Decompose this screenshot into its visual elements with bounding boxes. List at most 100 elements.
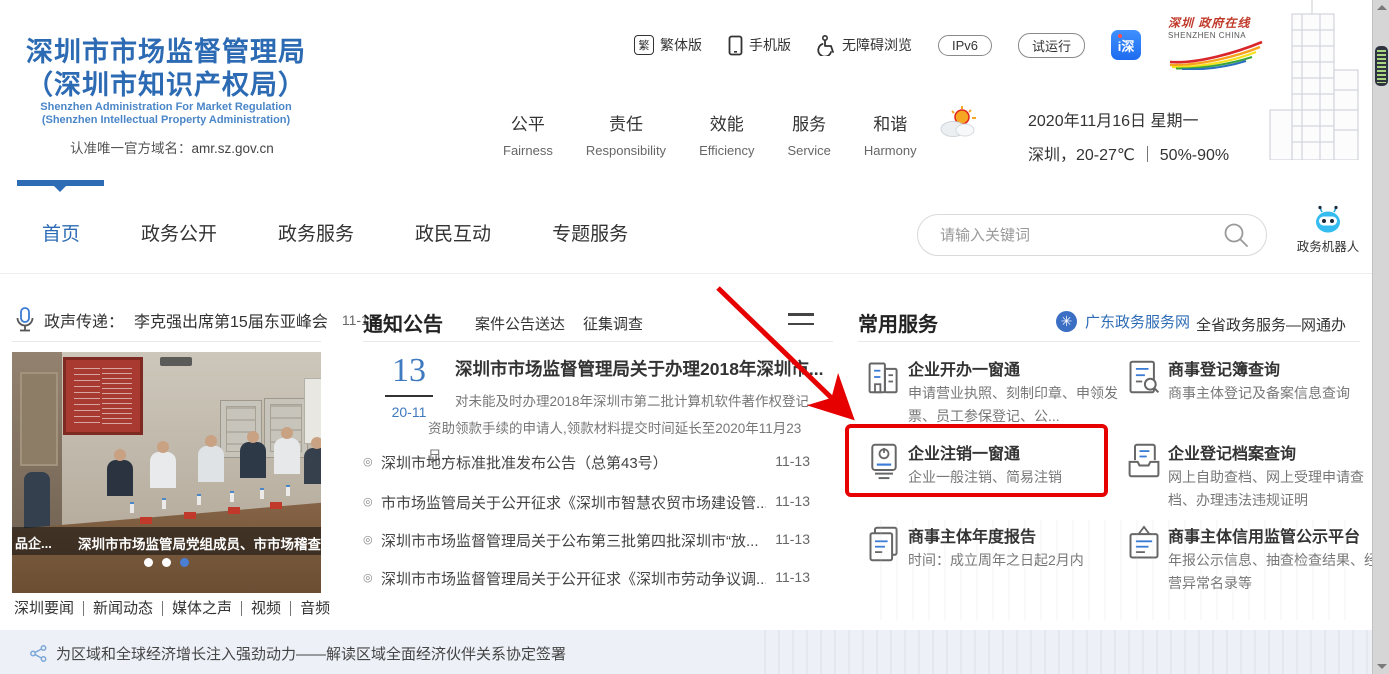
scrollbar-down-arrow[interactable] [1377, 664, 1387, 669]
scrollbar-thumb[interactable] [1375, 46, 1388, 86]
person-silhouette [274, 438, 300, 474]
service-title: 企业注销一窗通 [908, 440, 1020, 464]
carousel-prev-caption[interactable]: 品企... [15, 533, 52, 552]
value-en: Service [787, 143, 830, 158]
share-icon [30, 645, 47, 662]
site-title-cn-line2: （深圳市知识产权局） [16, 63, 316, 102]
page: 深圳市市场监督管理局 （深圳市知识产权局） Shenzhen Administr… [0, 0, 1389, 674]
value-en: Harmony [864, 143, 917, 158]
carousel-dots [12, 558, 321, 567]
left-column-divider [12, 341, 321, 342]
notice-list-item[interactable]: ◎ 深圳市市场监督管理局关于公布第三批第四批深圳市“放... 11-13 [363, 530, 810, 552]
bullet-icon: ◎ [363, 533, 373, 546]
notice-date: 11-13 [775, 493, 810, 509]
link-shenzhen-news[interactable]: 深圳要闻 [14, 601, 84, 616]
carousel-caption[interactable]: 深圳市市场监管局党组成员、市市场稽查局局 [78, 533, 321, 553]
service-title: 企业开办一窗通 [908, 356, 1020, 380]
notice-list-item[interactable]: ◎ 深圳市市场监督管理局关于公开征求《深圳市劳动争议调... 11-13 [363, 568, 810, 590]
accessibility-link[interactable]: 无障碍浏览 [817, 35, 912, 56]
projector-screen [304, 378, 321, 444]
ticker-label: 政声传递： [44, 308, 124, 332]
photo-carousel[interactable]: 品企... 深圳市市场监管局党组成员、市市场稽查局局 [12, 352, 321, 593]
shenzhen-china-logo: 深圳 政府在线 SHENZHEN CHINA [1168, 14, 1268, 70]
header-divider [0, 273, 1389, 274]
featured-date-rule [385, 395, 433, 397]
banner-headline[interactable]: 为区域和全球经济增长注入强劲动力——解读区域全面经济伙伴关系协定签署 [56, 643, 566, 664]
trial-run-badge[interactable]: 试运行 [1018, 33, 1085, 58]
robot-icon [1310, 204, 1346, 234]
nav-gov-disclosure[interactable]: 政务公开 [141, 219, 217, 246]
building-icon [866, 358, 902, 396]
notices-section-title[interactable]: 通知公告 [363, 308, 443, 337]
service-desc: 年报公示信息、抽查检查结果、经营异常名录等 [1168, 549, 1380, 595]
shenzhen-logo-en: SHENZHEN CHINA [1168, 31, 1268, 40]
link-audio[interactable]: 音频 [291, 601, 339, 616]
service-desc: 企业一般注销、简易注销 [908, 466, 1120, 489]
person-silhouette [107, 460, 133, 496]
traditional-icon: 繁 [634, 35, 654, 55]
carousel-dot-2[interactable] [162, 558, 171, 567]
nav-gov-services[interactable]: 政务服务 [278, 219, 354, 246]
traditional-version-link[interactable]: 繁 繁体版 [634, 35, 702, 55]
portal-link-label: 广东政务服务网 [1085, 311, 1190, 332]
notice-list-item[interactable]: ◎ 市市场监管局关于公开征求《深圳市智慧农贸市场建设管... 11-13 [363, 492, 810, 514]
mobile-version-link[interactable]: 手机版 [728, 35, 791, 56]
value-en: Efficiency [699, 143, 754, 158]
notice-title: 市市场监管局关于公开征求《深圳市智慧农贸市场建设管... [381, 492, 766, 513]
tab-surveys[interactable]: 征集调查 [583, 313, 643, 334]
value-efficiency: 效能 Efficiency [699, 110, 754, 158]
notice-date: 11-13 [775, 531, 810, 547]
ishenzhen-app-icon[interactable]: i深 [1111, 30, 1141, 60]
more-menu-icon[interactable] [788, 313, 814, 332]
rainbow-swoosh-icon [1168, 40, 1264, 70]
service-title: 商事主体年度报告 [908, 523, 1036, 547]
site-title-en-line2: (Shenzhen Intellectual Property Administ… [16, 114, 316, 126]
gov-robot-button[interactable]: 政务机器人 [1296, 204, 1360, 255]
building-sketch-art [1262, 0, 1366, 160]
bullet-icon: ◎ [363, 455, 373, 468]
wheelchair-icon [817, 35, 836, 56]
carousel-dot-3[interactable] [180, 558, 189, 567]
archive-icon [1126, 442, 1162, 480]
scrollbar-up-arrow[interactable] [1377, 5, 1387, 10]
notice-tabs: 案件公告送达 征集调查 [475, 313, 643, 334]
value-fairness: 公平 Fairness [503, 110, 553, 158]
service-desc: 申请营业执照、刻制印章、申领发票、员工参保登记、公... [908, 382, 1120, 428]
featured-day: 13 [385, 352, 433, 390]
value-harmony: 和谐 Harmony [864, 110, 917, 158]
ipv6-badge[interactable]: IPv6 [938, 35, 992, 56]
bullet-icon: ◎ [363, 495, 373, 508]
link-media-voice[interactable]: 媒体之声 [163, 601, 242, 616]
air-vent [160, 357, 192, 366]
traditional-label: 繁体版 [660, 35, 702, 55]
notice-title: 深圳市地方标准批准发布公告（总第43号） [381, 452, 766, 473]
portal-note-link[interactable]: 全省政务服务—网通办 [1196, 314, 1346, 335]
accessibility-label: 无障碍浏览 [842, 35, 912, 55]
ticker-headline[interactable]: 李克强出席第15届东亚峰会 [134, 308, 328, 332]
service-desc: 商事主体登记及备案信息查询 [1168, 382, 1380, 405]
nav-interaction[interactable]: 政民互动 [415, 219, 491, 246]
link-news-updates[interactable]: 新闻动态 [84, 601, 163, 616]
notice-list-item[interactable]: ◎ 深圳市地方标准批准发布公告（总第43号） 11-13 [363, 452, 810, 474]
guangdong-portal-icon: ✳ [1056, 311, 1077, 332]
featured-notice-title[interactable]: 深圳市市场监督管理局关于办理2018年深圳市... [455, 356, 823, 381]
value-cn: 服务 [787, 110, 830, 135]
guangdong-portal-link[interactable]: ✳ 广东政务服务网 [1056, 311, 1190, 332]
search-input[interactable] [940, 227, 1222, 244]
weather-date: 2020年11月16日 星期一 [1028, 107, 1229, 131]
main-nav: 首页 政务公开 政务服务 政民互动 专题服务 [42, 219, 628, 246]
bullet-icon: ◎ [363, 571, 373, 584]
active-tab-indicator [17, 180, 104, 186]
carousel-dot-1[interactable] [144, 558, 153, 567]
media-links-row: 深圳要闻 新闻动态 媒体之声 视频 音频 [14, 601, 339, 616]
tab-case-announcements[interactable]: 案件公告送达 [475, 313, 565, 334]
search-icon[interactable] [1222, 221, 1250, 249]
mobile-label: 手机版 [749, 35, 791, 55]
robot-label: 政务机器人 [1296, 236, 1360, 255]
nav-special-services[interactable]: 专题服务 [552, 219, 628, 246]
notice-date: 11-13 [775, 569, 810, 585]
nav-home[interactable]: 首页 [42, 219, 80, 246]
link-video[interactable]: 视频 [242, 601, 291, 616]
weather-detail: 深圳，20-27℃ ｜ 50%-90% [1028, 141, 1229, 165]
phone-icon [728, 35, 743, 56]
